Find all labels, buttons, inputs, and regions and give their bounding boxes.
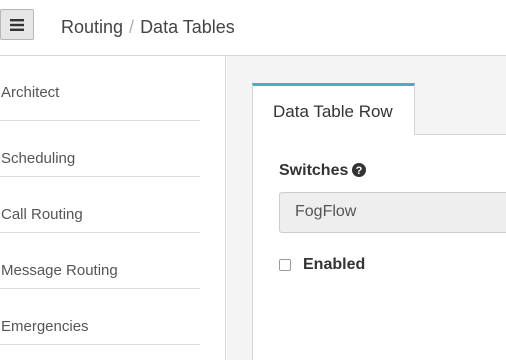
enabled-checkbox[interactable] [279, 259, 291, 271]
breadcrumb-current-page: Data Tables [140, 17, 235, 37]
hamburger-icon [10, 18, 24, 31]
menu-toggle-button[interactable] [0, 9, 34, 40]
sidebar-item-architect[interactable]: Architect [0, 56, 200, 121]
breadcrumb-separator: / [129, 17, 135, 37]
breadcrumb-routing-link[interactable]: Routing [61, 17, 123, 37]
enabled-checkbox-label[interactable]: Enabled [303, 256, 365, 274]
top-bar: Routing / Data Tables [0, 0, 506, 56]
main-content: Data Table Row Switches? FogFlow Enabled [227, 56, 506, 360]
sidebar-item-call-routing[interactable]: Call Routing [0, 177, 200, 233]
switches-field-label: Switches? [279, 162, 367, 182]
sidebar-item-message-routing[interactable]: Message Routing [0, 233, 200, 289]
enabled-checkbox-row: Enabled [279, 256, 365, 274]
tab-data-table-row[interactable]: Data Table Row [252, 83, 415, 135]
sidebar-item-emergencies[interactable]: Emergencies [0, 289, 200, 345]
sidebar-menu: Architect Scheduling Call Routing Messag… [0, 56, 225, 345]
sidebar-item-scheduling[interactable]: Scheduling [0, 121, 200, 177]
tab-panel: Switches? FogFlow Enabled [252, 134, 506, 360]
switches-label-text: Switches [279, 162, 349, 179]
question-circle-icon[interactable]: ? [352, 163, 367, 182]
switches-select[interactable]: FogFlow [279, 192, 506, 233]
sidebar: Architect Scheduling Call Routing Messag… [0, 56, 226, 360]
svg-text:?: ? [356, 165, 363, 177]
breadcrumb: Routing / Data Tables [61, 17, 235, 38]
